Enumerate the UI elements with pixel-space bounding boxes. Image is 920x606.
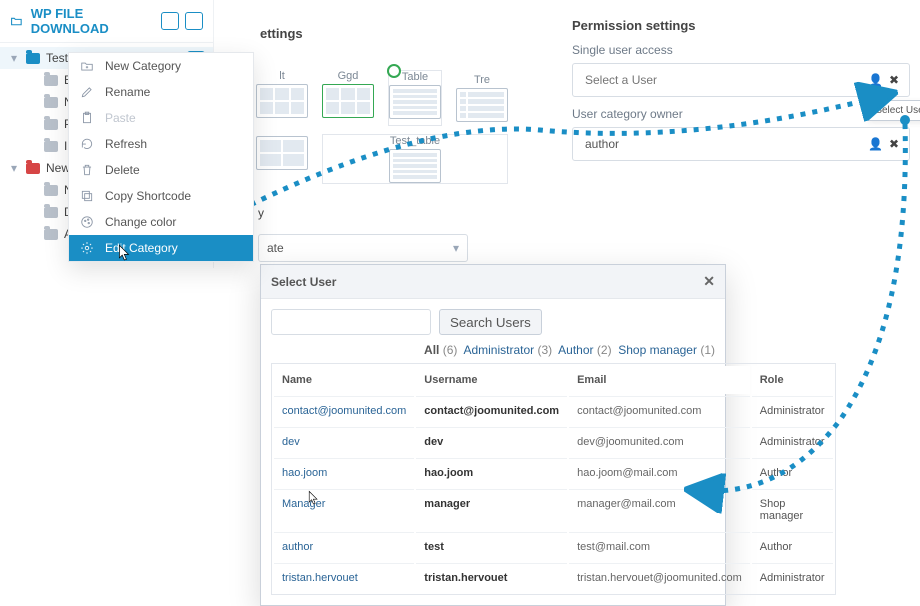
app-header: WP FILE DOWNLOAD xyxy=(0,0,213,43)
ctx-delete[interactable]: Delete xyxy=(69,157,253,183)
cell-username: manager xyxy=(416,489,567,530)
permission-panel: Permission settings Single user access 👤… xyxy=(562,0,920,268)
table-row[interactable]: tristan.hervouet tristan.hervouet trista… xyxy=(274,563,833,592)
search-users-button[interactable]: Search Users xyxy=(439,309,542,335)
cell-email: hao.joom@mail.com xyxy=(569,458,750,487)
theme-option[interactable]: Table xyxy=(388,70,442,126)
theme-option[interactable]: lt xyxy=(256,70,308,126)
refresh-icon xyxy=(79,136,95,152)
chevron-down-icon: ▾ xyxy=(453,241,459,255)
table-row[interactable]: contact@joomunited.com contact@joomunite… xyxy=(274,396,833,425)
theme-option[interactable]: Test_table xyxy=(322,134,508,184)
cell-username: dev xyxy=(416,427,567,456)
copy-icon xyxy=(79,188,95,204)
owner-label: User category owner xyxy=(562,97,920,127)
close-icon[interactable]: ✕ xyxy=(703,273,715,290)
user-name-link[interactable]: author xyxy=(282,541,313,553)
single-access-field[interactable]: 👤 ✖ xyxy=(572,63,910,97)
clear-icon[interactable]: ✖ xyxy=(889,73,899,87)
ctx-refresh[interactable]: Refresh xyxy=(69,131,253,157)
table-row[interactable]: author test test@mail.com Author xyxy=(274,532,833,561)
cell-email: manager@mail.com xyxy=(569,489,750,530)
modal-header: Select User ✕ xyxy=(261,265,725,299)
theme-option-selected[interactable]: Ggd xyxy=(322,70,374,126)
select-value: ate xyxy=(267,241,284,255)
filter-all[interactable]: All xyxy=(424,343,439,357)
theme-picker: lt Ggd Table Tre Test_table xyxy=(256,70,508,184)
col-email[interactable]: Email xyxy=(569,366,750,394)
user-add-icon[interactable]: 👤 xyxy=(868,73,883,87)
cell-email: tristan.hervouet@joomunited.com xyxy=(569,563,750,592)
modal-title: Select User xyxy=(271,275,336,289)
template-select[interactable]: ate ▾ xyxy=(258,234,468,262)
table-row[interactable]: Manager manager manager@mail.com Shop ma… xyxy=(274,489,833,530)
cell-role: Author xyxy=(752,532,833,561)
section-suffix: y xyxy=(258,206,264,220)
cell-role: Administrator xyxy=(752,396,833,425)
cell-username: tristan.hervouet xyxy=(416,563,567,592)
sidebar-action-2[interactable] xyxy=(185,12,203,30)
cell-role: Administrator xyxy=(752,563,833,592)
cell-username: hao.joom xyxy=(416,458,567,487)
col-username[interactable]: Username xyxy=(416,366,567,394)
select-user-modal: Select User ✕ Search Users All (6) Admin… xyxy=(260,264,726,606)
col-name[interactable]: Name xyxy=(274,366,414,394)
users-table: Name Username Email Role contact@joomuni… xyxy=(271,363,836,595)
filter-shop-manager[interactable]: Shop manager xyxy=(618,343,697,357)
user-name-link[interactable]: dev xyxy=(282,436,300,448)
check-icon xyxy=(387,64,401,78)
ctx-copy-shortcode[interactable]: Copy Shortcode xyxy=(69,183,253,209)
clear-icon[interactable]: ✖ xyxy=(889,137,899,151)
user-add-icon[interactable]: 👤 xyxy=(868,137,883,151)
cell-email: dev@joomunited.com xyxy=(569,427,750,456)
cursor-icon xyxy=(308,490,320,509)
role-filters: All (6) Administrator (3) Author (2) Sho… xyxy=(271,343,715,357)
ctx-change-color[interactable]: Change color xyxy=(69,209,253,235)
cursor-icon xyxy=(118,244,132,262)
select-user-tooltip: Select User xyxy=(868,100,920,121)
cell-username: test xyxy=(416,532,567,561)
cell-email: contact@joomunited.com xyxy=(569,396,750,425)
ctx-edit-category[interactable]: Edit Category xyxy=(69,235,253,261)
cell-role: Author xyxy=(752,458,833,487)
folder-plus-icon xyxy=(79,58,95,74)
user-name-link[interactable]: tristan.hervouet xyxy=(282,572,358,584)
cell-email: test@mail.com xyxy=(569,532,750,561)
gear-icon xyxy=(79,240,95,256)
theme-option[interactable]: Tre xyxy=(456,70,508,126)
clipboard-icon xyxy=(79,110,95,126)
filter-author[interactable]: Author xyxy=(558,343,593,357)
trash-icon xyxy=(79,162,95,178)
theme-option[interactable] xyxy=(256,134,308,184)
col-role[interactable]: Role xyxy=(752,366,833,394)
user-name-link[interactable]: hao.joom xyxy=(282,467,327,479)
owner-field[interactable]: 👤 ✖ xyxy=(572,127,910,161)
table-row[interactable]: hao.joom hao.joom hao.joom@mail.com Auth… xyxy=(274,458,833,487)
permission-title: Permission settings xyxy=(562,0,920,33)
ctx-paste: Paste xyxy=(69,105,253,131)
context-menu: New Category Rename Paste Refresh Delete… xyxy=(68,52,254,262)
sidebar-action-1[interactable] xyxy=(161,12,179,30)
user-name-link[interactable]: contact@joomunited.com xyxy=(282,405,406,417)
single-access-input[interactable] xyxy=(583,72,868,88)
pencil-icon xyxy=(79,84,95,100)
single-access-label: Single user access xyxy=(562,33,920,63)
palette-icon xyxy=(79,214,95,230)
cell-role: Administrator xyxy=(752,427,833,456)
cell-username: contact@joomunited.com xyxy=(416,396,567,425)
cell-role: Shop manager xyxy=(752,489,833,530)
filter-admin[interactable]: Administrator xyxy=(463,343,534,357)
center-title: ettings xyxy=(260,26,303,41)
search-input[interactable] xyxy=(271,309,431,335)
table-row[interactable]: dev dev dev@joomunited.com Administrator xyxy=(274,427,833,456)
app-title: WP FILE DOWNLOAD xyxy=(31,6,153,36)
ctx-new-category[interactable]: New Category xyxy=(69,53,253,79)
owner-input[interactable] xyxy=(583,136,868,152)
folder-open-icon xyxy=(10,14,23,28)
ctx-rename[interactable]: Rename xyxy=(69,79,253,105)
